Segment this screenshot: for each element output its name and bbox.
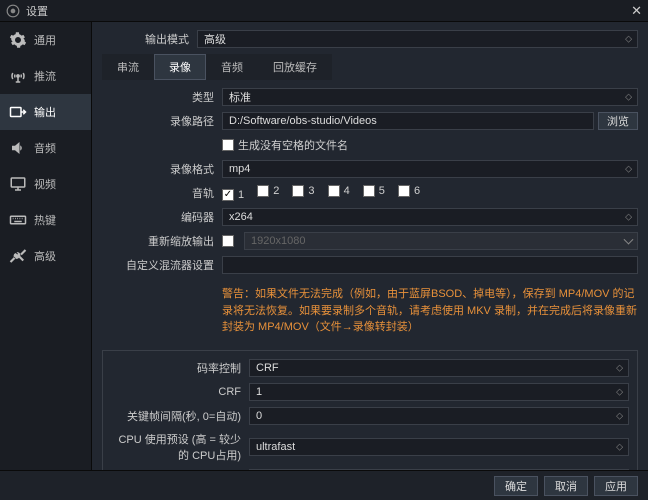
nospace-checkbox[interactable]: 生成没有空格的文件名 <box>222 137 348 153</box>
app-icon <box>6 4 20 18</box>
output-mode-select[interactable]: 高级 <box>197 30 638 48</box>
sidebar-item-general[interactable]: 通用 <box>0 22 91 58</box>
tab-streaming[interactable]: 串流 <box>102 54 154 80</box>
sidebar-item-label: 音频 <box>34 140 56 156</box>
sidebar-item-label: 推流 <box>34 68 56 84</box>
window-title: 设置 <box>26 3 631 19</box>
encoder-select[interactable]: x264 <box>222 208 638 226</box>
muxer-input[interactable] <box>222 256 638 274</box>
type-label: 类型 <box>102 89 222 105</box>
sidebar-item-video[interactable]: 视频 <box>0 166 91 202</box>
tools-icon <box>8 246 28 266</box>
format-select[interactable]: mp4 <box>222 160 638 178</box>
ok-button[interactable]: 确定 <box>494 476 538 496</box>
track-3-checkbox[interactable]: 3 <box>292 185 314 197</box>
sidebar-item-label: 视频 <box>34 176 56 192</box>
track-1-checkbox[interactable]: 1 <box>222 189 244 201</box>
sidebar-item-audio[interactable]: 音频 <box>0 130 91 166</box>
main-panel: 输出模式 高级 串流 录像 音频 回放缓存 类型 标准 录像路径 浏览 生成没有… <box>92 22 648 470</box>
tab-replay[interactable]: 回放缓存 <box>258 54 332 80</box>
output-tabs: 串流 录像 音频 回放缓存 <box>102 54 638 80</box>
type-select[interactable]: 标准 <box>222 88 638 106</box>
tab-recording[interactable]: 录像 <box>154 54 206 80</box>
crf-label: CRF <box>111 386 249 398</box>
output-icon <box>8 102 28 122</box>
crf-spinbox[interactable]: 1 <box>249 383 629 401</box>
sidebar-item-advanced[interactable]: 高级 <box>0 238 91 274</box>
apply-button[interactable]: 应用 <box>594 476 638 496</box>
track-5-checkbox[interactable]: 5 <box>363 185 385 197</box>
rescale-checkbox[interactable] <box>222 235 234 247</box>
keyframe-label: 关键帧间隔(秒, 0=自动) <box>111 408 249 424</box>
sidebar-item-output[interactable]: 输出 <box>0 94 91 130</box>
rescale-label: 重新缩放输出 <box>102 233 222 249</box>
preset-label: CPU 使用预设 (高 = 较少的 CPU占用) <box>111 431 249 463</box>
rate-control-select[interactable]: CRF <box>249 359 629 377</box>
path-input[interactable] <box>222 112 594 130</box>
titlebar: 设置 ✕ <box>0 0 648 22</box>
profile-select[interactable]: (无) <box>249 469 629 471</box>
sidebar-item-hotkeys[interactable]: 热键 <box>0 202 91 238</box>
track-4-checkbox[interactable]: 4 <box>328 185 350 197</box>
browse-button[interactable]: 浏览 <box>598 112 638 130</box>
cancel-button[interactable]: 取消 <box>544 476 588 496</box>
encoder-label: 编码器 <box>102 209 222 225</box>
gear-icon <box>8 30 28 50</box>
track-6-checkbox[interactable]: 6 <box>398 185 420 197</box>
footer: 确定 取消 应用 <box>0 470 648 500</box>
close-icon[interactable]: ✕ <box>631 3 642 19</box>
path-label: 录像路径 <box>102 113 222 129</box>
tracks-label: 音轨 <box>102 185 222 201</box>
rate-control-label: 码率控制 <box>111 360 249 376</box>
sidebar-item-stream[interactable]: 推流 <box>0 58 91 94</box>
preset-select[interactable]: ultrafast <box>249 438 629 456</box>
tab-audio[interactable]: 音频 <box>206 54 258 80</box>
sidebar-item-label: 输出 <box>34 104 56 120</box>
keyframe-spinbox[interactable]: 0 <box>249 407 629 425</box>
sidebar-item-label: 通用 <box>34 32 56 48</box>
output-mode-label: 输出模式 <box>102 31 197 47</box>
track-2-checkbox[interactable]: 2 <box>257 185 279 197</box>
monitor-icon <box>8 174 28 194</box>
sidebar-item-label: 高级 <box>34 248 56 264</box>
rescale-select: 1920x1080 <box>244 232 638 250</box>
antenna-icon <box>8 66 28 86</box>
format-label: 录像格式 <box>102 161 222 177</box>
sidebar: 通用 推流 输出 音频 视频 热键 高级 <box>0 22 92 470</box>
keyboard-icon <box>8 210 28 230</box>
profile-label: 配置 (Profile) <box>111 470 249 471</box>
speaker-icon <box>8 138 28 158</box>
format-warning: 警告：如果文件无法完成（例如，由于蓝屏BSOD、掉电等），保存到 MP4/MOV… <box>102 280 638 342</box>
sidebar-item-label: 热键 <box>34 212 56 228</box>
muxer-label: 自定义混流器设置 <box>102 257 222 273</box>
encoder-settings-box: 码率控制 CRF CRF 1 关键帧间隔(秒, 0=自动) 0 CPU 使用预设… <box>102 350 638 471</box>
